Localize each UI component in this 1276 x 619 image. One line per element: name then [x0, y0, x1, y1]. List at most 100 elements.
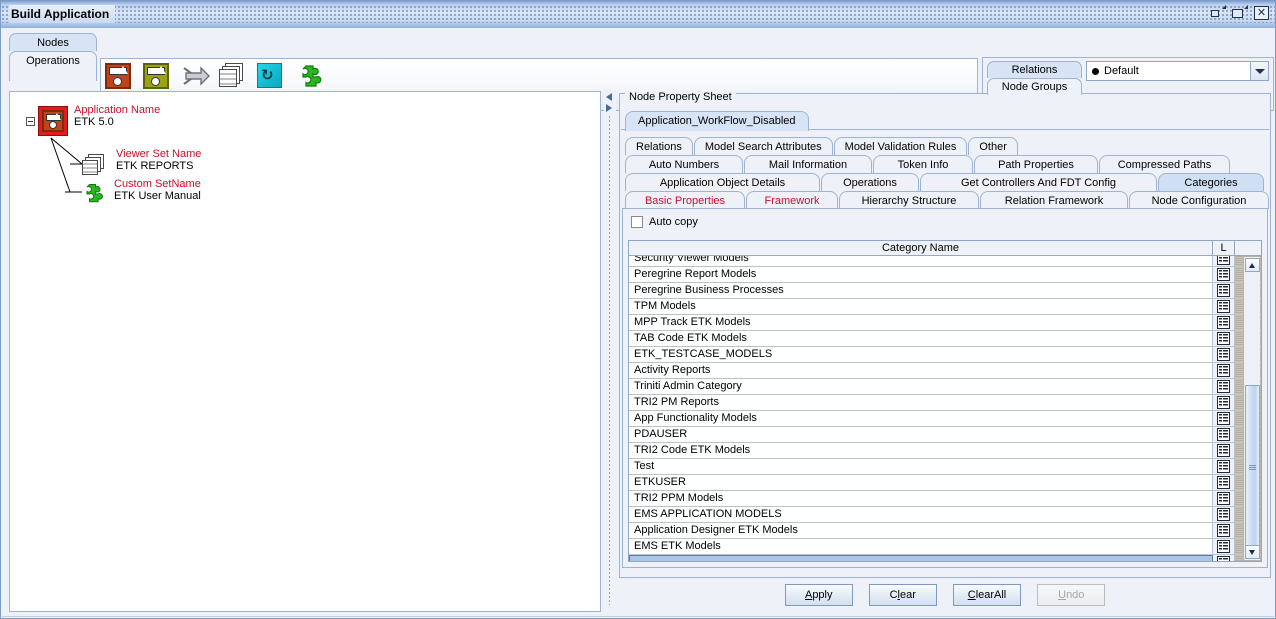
cell-list-action[interactable] [1213, 379, 1235, 394]
cell-list-action[interactable] [1213, 256, 1235, 266]
table-row[interactable]: Peregrine Business Processes [629, 283, 1261, 299]
cell-list-action[interactable] [1213, 267, 1235, 282]
tab-model-validation-rules[interactable]: Model Validation Rules [833, 137, 968, 155]
tab-relations-prop[interactable]: Relations [625, 137, 693, 155]
tab-model-search-attributes[interactable]: Model Search Attributes [693, 137, 833, 155]
cell-list-action[interactable] [1213, 507, 1235, 522]
maximize-window-button[interactable] [1231, 4, 1249, 22]
clear-button[interactable]: Clear [868, 584, 937, 606]
clear-all-button[interactable]: ClearAll [952, 584, 1022, 606]
tab-nodes[interactable]: Nodes [9, 33, 97, 51]
tab-compressed-paths[interactable]: Compressed Paths [1099, 155, 1230, 173]
undo-button: Undo [1037, 584, 1106, 606]
table-row[interactable]: PDAUSER [629, 427, 1261, 443]
tab-node-configuration[interactable]: Node Configuration [1129, 191, 1269, 209]
table-row[interactable]: ETKUSER [629, 475, 1261, 491]
table-row[interactable]: TRI2 PPM Models [629, 491, 1261, 507]
tab-categories[interactable]: Categories [1158, 173, 1264, 191]
cell-list-action[interactable] [1213, 299, 1235, 314]
tab-relation-framework[interactable]: Relation Framework [980, 191, 1128, 209]
puzzle-piece-icon[interactable] [295, 63, 325, 93]
table-row[interactable] [629, 555, 1261, 561]
tab-path-properties[interactable]: Path Properties [974, 155, 1098, 173]
cell-list-action[interactable] [1213, 395, 1235, 410]
cell-list-action[interactable] [1213, 363, 1235, 378]
tab-mail-information[interactable]: Mail Information [744, 155, 872, 173]
table-row[interactable]: TAB Code ETK Models [629, 331, 1261, 347]
cell-list-action[interactable] [1213, 427, 1235, 442]
table-row[interactable]: Activity Reports [629, 363, 1261, 379]
relation-select[interactable]: Default [1086, 61, 1269, 81]
auto-copy-checkbox[interactable] [631, 216, 643, 228]
splitter-collapse-left-icon[interactable] [606, 93, 612, 101]
stacked-documents-icon[interactable] [219, 63, 249, 93]
property-tab-row-3: Application Object Details Operations Ge… [625, 172, 1264, 191]
apply-button[interactable]: Apply [784, 584, 853, 606]
auto-copy-row: Auto copy [631, 216, 698, 228]
chevron-down-icon[interactable] [1250, 62, 1268, 80]
scrollbar-thumb[interactable] [1245, 385, 1260, 551]
vertical-scrollbar[interactable] [1243, 257, 1260, 560]
table-row[interactable]: ETK_TESTCASE_MODELS [629, 347, 1261, 363]
cell-list-action[interactable] [1213, 459, 1235, 474]
cell-list-action[interactable] [1213, 475, 1235, 490]
tab-operations-prop[interactable]: Operations [821, 173, 919, 191]
tree-expander-toggle[interactable] [26, 117, 35, 126]
splitter-collapse-right-icon[interactable] [606, 104, 612, 112]
table-header: Category Name L [629, 241, 1261, 256]
tab-relations[interactable]: Relations [987, 61, 1082, 78]
tab-token-info[interactable]: Token Info [873, 155, 973, 173]
categories-table[interactable]: Category Name L Security Viewer Models Pe… [628, 240, 1262, 562]
tab-application-workflow-disabled[interactable]: Application_WorkFlow_Disabled [625, 111, 809, 131]
cell-list-action[interactable] [1213, 443, 1235, 458]
node-tree-panel[interactable]: Application Name ETK 5.0 Viewer Set Name… [9, 91, 601, 612]
table-row[interactable]: App Functionality Models [629, 411, 1261, 427]
table-row[interactable]: MPP Track ETK Models [629, 315, 1261, 331]
cell-category-name: Triniti Admin Category [629, 379, 1213, 394]
scroll-up-button[interactable] [1245, 258, 1260, 272]
table-viewport: Security Viewer Models Peregrine Report M… [629, 256, 1261, 561]
table-row[interactable]: Application Designer ETK Models [629, 523, 1261, 539]
tab-other[interactable]: Other [968, 137, 1018, 155]
table-row[interactable]: EMS ETK Models [629, 539, 1261, 555]
table-row[interactable]: TRI2 Code ETK Models [629, 443, 1261, 459]
cell-list-action[interactable] [1213, 347, 1235, 362]
cell-list-action[interactable] [1213, 283, 1235, 298]
tab-application-object-details[interactable]: Application Object Details [625, 173, 820, 191]
tab-node-groups[interactable]: Node Groups [987, 78, 1082, 95]
application-node-olive-icon[interactable] [143, 63, 173, 93]
table-row[interactable]: Peregrine Report Models [629, 267, 1261, 283]
application-node-red-icon[interactable] [105, 63, 135, 93]
column-header-category-name[interactable]: Category Name [629, 241, 1213, 255]
tab-hierarchy-structure[interactable]: Hierarchy Structure [839, 191, 979, 209]
cell-list-action[interactable] [1213, 539, 1235, 554]
table-row[interactable]: Test [629, 459, 1261, 475]
scroll-down-button[interactable] [1245, 545, 1260, 559]
cell-list-action[interactable] [1213, 315, 1235, 330]
cell-list-action[interactable] [1213, 331, 1235, 346]
close-window-button[interactable]: ✕ [1253, 4, 1271, 22]
tab-framework[interactable]: Framework [746, 191, 838, 209]
tab-auto-numbers[interactable]: Auto Numbers [625, 155, 743, 173]
cell-list-action[interactable] [1213, 523, 1235, 538]
cell-list-action[interactable] [1213, 555, 1235, 561]
tab-basic-properties[interactable]: Basic Properties [625, 191, 745, 209]
tab-operations[interactable]: Operations [9, 51, 97, 69]
arrow-forward-icon[interactable] [181, 63, 211, 93]
table-row[interactable]: Security Viewer Models [629, 256, 1261, 267]
panel-splitter[interactable] [604, 89, 616, 614]
table-row[interactable]: TPM Models [629, 299, 1261, 315]
cell-list-action[interactable] [1213, 491, 1235, 506]
table-row[interactable]: EMS APPLICATION MODELS [629, 507, 1261, 523]
cell-list-action[interactable] [1213, 411, 1235, 426]
table-row[interactable]: Triniti Admin Category [629, 379, 1261, 395]
refresh-icon[interactable]: ↻ [257, 63, 287, 93]
list-icon [1217, 316, 1230, 329]
cell-category-name: Activity Reports [629, 363, 1213, 378]
restore-arrow-icon [1222, 5, 1226, 9]
cell-category-name: TRI2 Code ETK Models [629, 443, 1213, 458]
restore-window-button[interactable] [1209, 4, 1227, 22]
column-header-l[interactable]: L [1213, 241, 1235, 255]
table-row[interactable]: TRI2 PM Reports [629, 395, 1261, 411]
tab-get-controllers-and-fdt-config[interactable]: Get Controllers And FDT Config [920, 173, 1157, 191]
